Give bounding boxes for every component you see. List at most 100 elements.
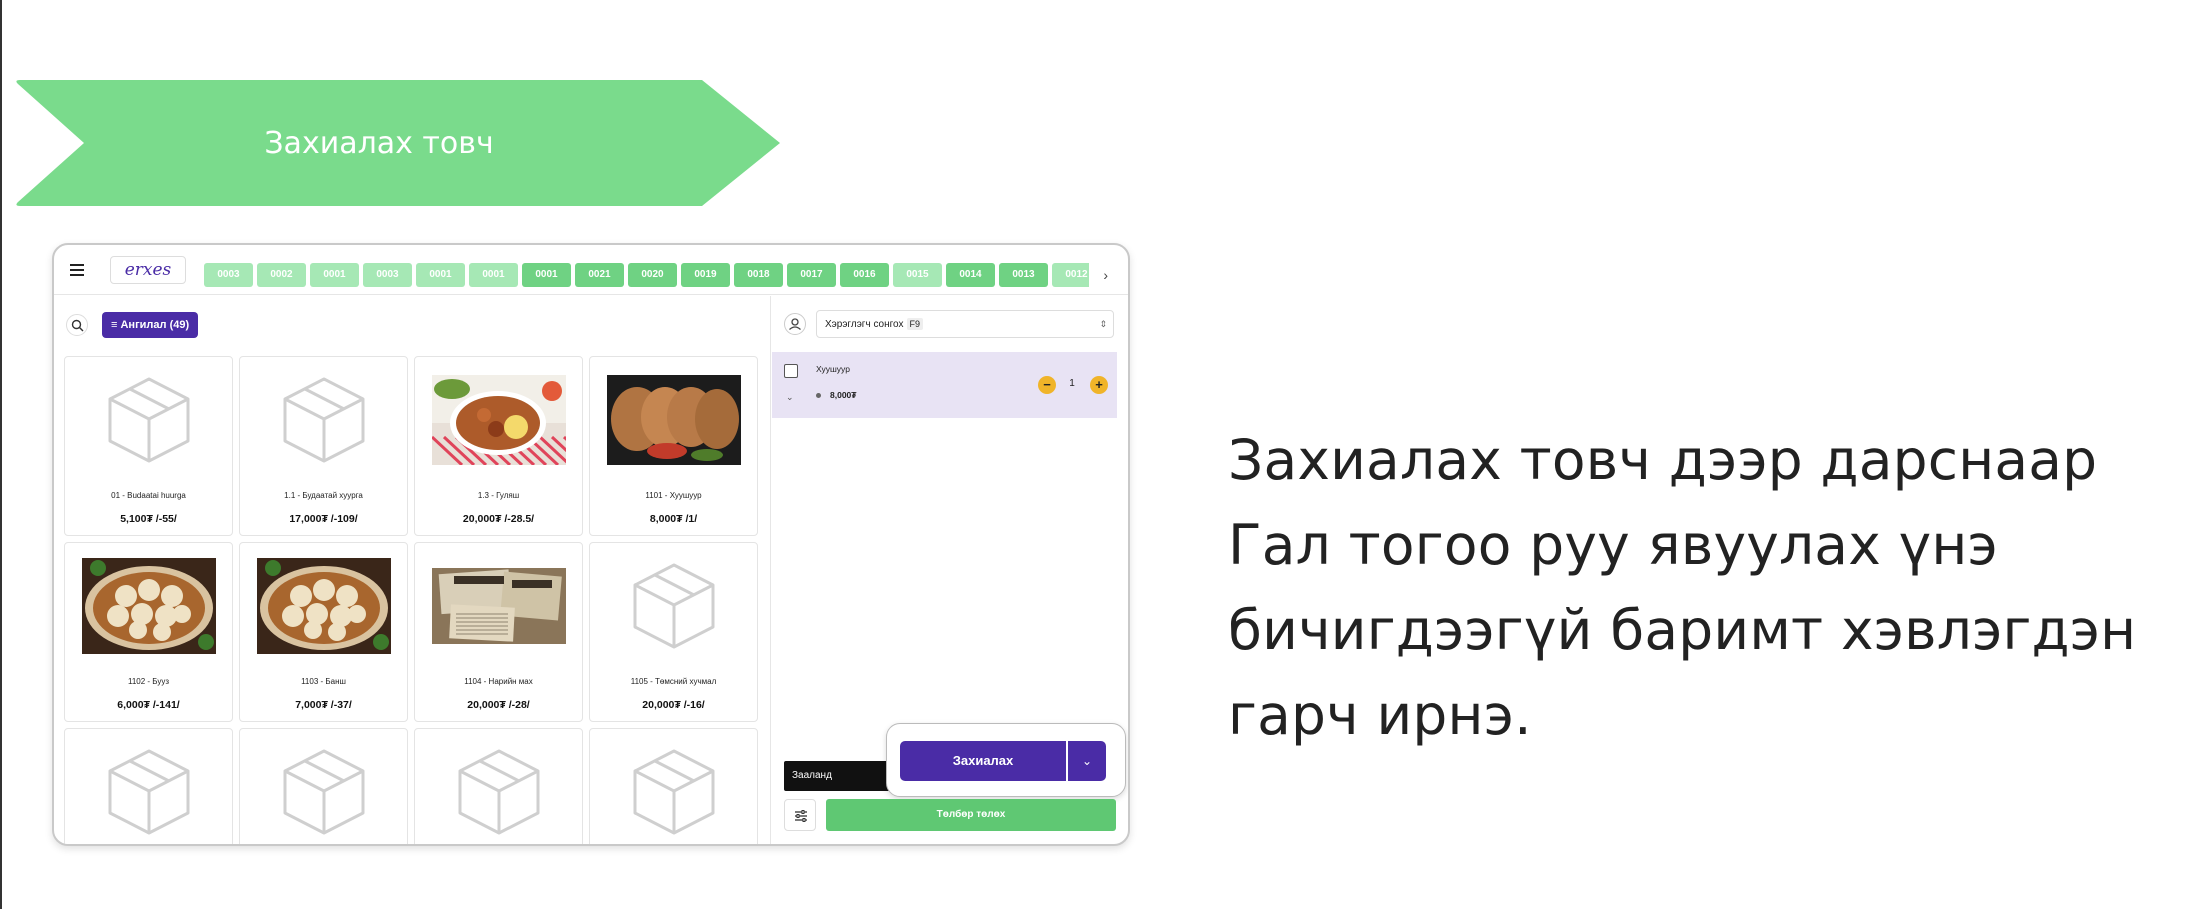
order-tab[interactable]: 0001 <box>469 263 518 287</box>
order-button-highlight: Захиалах ⌄ <box>886 723 1126 797</box>
order-tab[interactable]: 0001 <box>416 263 465 287</box>
product-card[interactable]: 1103 - Банш 7,000₮ /-37/ <box>239 542 408 722</box>
order-tab[interactable]: 0019 <box>681 263 730 287</box>
cart-item[interactable]: Хуушуур ⌄ 8,000₮ − 1 + <box>772 352 1117 418</box>
decrease-qty-button[interactable]: − <box>1038 376 1056 394</box>
chevron-down-icon[interactable]: ⌄ <box>786 392 794 403</box>
cart-item-qty: 1 <box>1069 378 1075 389</box>
order-tab[interactable]: 0014 <box>946 263 995 287</box>
box-icon <box>108 749 189 835</box>
product-card[interactable]: 01 - Budaatai huurga 5,100₮ /-55/ <box>64 356 233 536</box>
customer-select-placeholder: Хэрэглэгч сонгох <box>825 319 904 330</box>
chevron-down-icon[interactable]: ⌄ <box>1068 741 1106 781</box>
product-name: 1104 - Нарийн мах <box>464 677 533 686</box>
pos-app-screenshot: erxes 0003 0002 0001 0003 0001 0001 0001 0021 00… <box>52 243 1130 846</box>
bansh-photo <box>256 558 391 654</box>
customer-selector: Хэрэглэгч сонгох F9 ⇕ <box>784 310 1114 338</box>
product-card[interactable]: 1.3 - Гуляш 20,000₮ /-28.5/ <box>414 356 583 536</box>
cart-pane: Хэрэглэгч сонгох F9 ⇕ Хуушуур ⌄ 8,000₮ − … <box>772 296 1128 844</box>
product-price: 7,000₮ /-37/ <box>295 699 352 711</box>
product-image <box>431 561 566 651</box>
order-tab[interactable]: 0001 <box>522 263 571 287</box>
product-name: 1101 - Хуушуур <box>645 491 702 500</box>
customer-select[interactable]: Хэрэглэгч сонгох F9 ⇕ <box>816 310 1114 338</box>
product-card[interactable] <box>414 728 583 844</box>
erxes-logo: erxes <box>110 256 186 284</box>
order-tab[interactable]: 0002 <box>257 263 306 287</box>
product-image <box>82 375 216 465</box>
product-image <box>257 375 391 465</box>
hamburger-menu-icon[interactable] <box>66 259 88 281</box>
product-image <box>256 558 391 654</box>
order-tab[interactable]: 0003 <box>363 263 412 287</box>
order-tab[interactable]: 0017 <box>787 263 836 287</box>
product-image <box>431 375 566 465</box>
product-grid: 01 - Budaatai huurga 5,100₮ /-55/1.1 - Бу… <box>64 356 764 844</box>
order-button[interactable]: Захиалах <box>900 741 1066 781</box>
order-tab[interactable]: 0021 <box>575 263 624 287</box>
order-tab[interactable]: 0003 <box>204 263 253 287</box>
box-icon <box>283 377 364 463</box>
banner-title: Захиалах товч <box>264 125 494 161</box>
product-card[interactable] <box>64 728 233 844</box>
product-card[interactable] <box>589 728 758 844</box>
order-tab[interactable]: 0018 <box>734 263 783 287</box>
product-image <box>607 561 741 651</box>
user-circle-icon <box>784 313 806 335</box>
product-name: 1.1 - Будаатай хуурга <box>284 491 363 500</box>
product-price: 20,000₮ /-28.5/ <box>462 513 535 525</box>
product-card[interactable] <box>239 728 408 844</box>
search-icon <box>71 319 84 332</box>
order-tab[interactable]: 0001 <box>310 263 359 287</box>
increase-qty-button[interactable]: + <box>1090 376 1108 394</box>
box-icon <box>633 749 714 835</box>
product-card[interactable]: 1102 - Бууз 6,000₮ /-141/ <box>64 542 233 722</box>
order-number-tabs: 0003 0002 0001 0003 0001 0001 0001 0021 0020 0019… <box>204 263 1089 287</box>
order-tab[interactable]: 0012 <box>1052 263 1089 287</box>
category-button-label: Ангилал (49) <box>120 319 190 331</box>
product-image <box>257 747 391 837</box>
cart-item-checkbox[interactable] <box>784 364 798 378</box>
chevron-right-icon[interactable]: › <box>1103 267 1108 283</box>
buuz-photo <box>81 558 216 654</box>
category-button[interactable]: ≡ Ангилал (49) <box>102 312 199 338</box>
description-text: Захиалах товч дээр дарснаар Гал тогоо ру… <box>1228 428 2137 747</box>
box-icon <box>633 563 714 649</box>
product-price: 8,000₮ /1/ <box>649 513 698 525</box>
box-icon <box>458 749 539 835</box>
box-icon <box>283 749 364 835</box>
product-name: 1103 - Банш <box>301 677 346 686</box>
product-pane: ≡ Ангилал (49) 01 - Budaatai huurga 5,100… <box>54 296 771 844</box>
product-name: 1105 - Төмсний хучмал <box>630 677 717 686</box>
cart-item-price: 8,000₮ <box>830 390 857 400</box>
box-icon <box>108 377 189 463</box>
cart-item-name: Хуушуур <box>816 364 850 374</box>
product-card[interactable]: 1.1 - Будаатай хуурга 17,000₮ /-109/ <box>239 356 408 536</box>
order-tab[interactable]: 0020 <box>628 263 677 287</box>
khuushuur-photo <box>606 375 741 465</box>
settings-button[interactable] <box>784 799 816 831</box>
product-name: 01 - Budaatai huurga <box>111 491 186 500</box>
product-name: 1102 - Бууз <box>127 677 170 686</box>
product-price: 5,100₮ /-55/ <box>120 513 177 525</box>
product-price: 20,000₮ /-16/ <box>642 699 705 711</box>
search-button[interactable] <box>66 314 88 336</box>
status-dot <box>816 393 821 398</box>
product-image <box>606 375 741 465</box>
newspaper-photo <box>431 568 566 644</box>
product-price: 17,000₮ /-109/ <box>289 513 358 525</box>
product-image <box>432 747 566 837</box>
pay-button[interactable]: Төлбөр төлөх <box>826 799 1116 831</box>
product-price: 6,000₮ /-141/ <box>117 699 180 711</box>
sliders-icon <box>795 810 807 822</box>
product-card[interactable]: 1104 - Нарийн мах 20,000₮ /-28/ <box>414 542 583 722</box>
order-tab[interactable]: 0013 <box>999 263 1048 287</box>
shortcut-badge: F9 <box>906 318 924 330</box>
product-image <box>82 747 216 837</box>
order-tab[interactable]: 0016 <box>840 263 889 287</box>
product-image <box>607 747 741 837</box>
select-arrows-icon: ⇕ <box>1099 319 1107 329</box>
product-card[interactable]: 1101 - Хуушуур 8,000₮ /1/ <box>589 356 758 536</box>
product-card[interactable]: 1105 - Төмсний хучмал 20,000₮ /-16/ <box>589 542 758 722</box>
order-tab[interactable]: 0015 <box>893 263 942 287</box>
